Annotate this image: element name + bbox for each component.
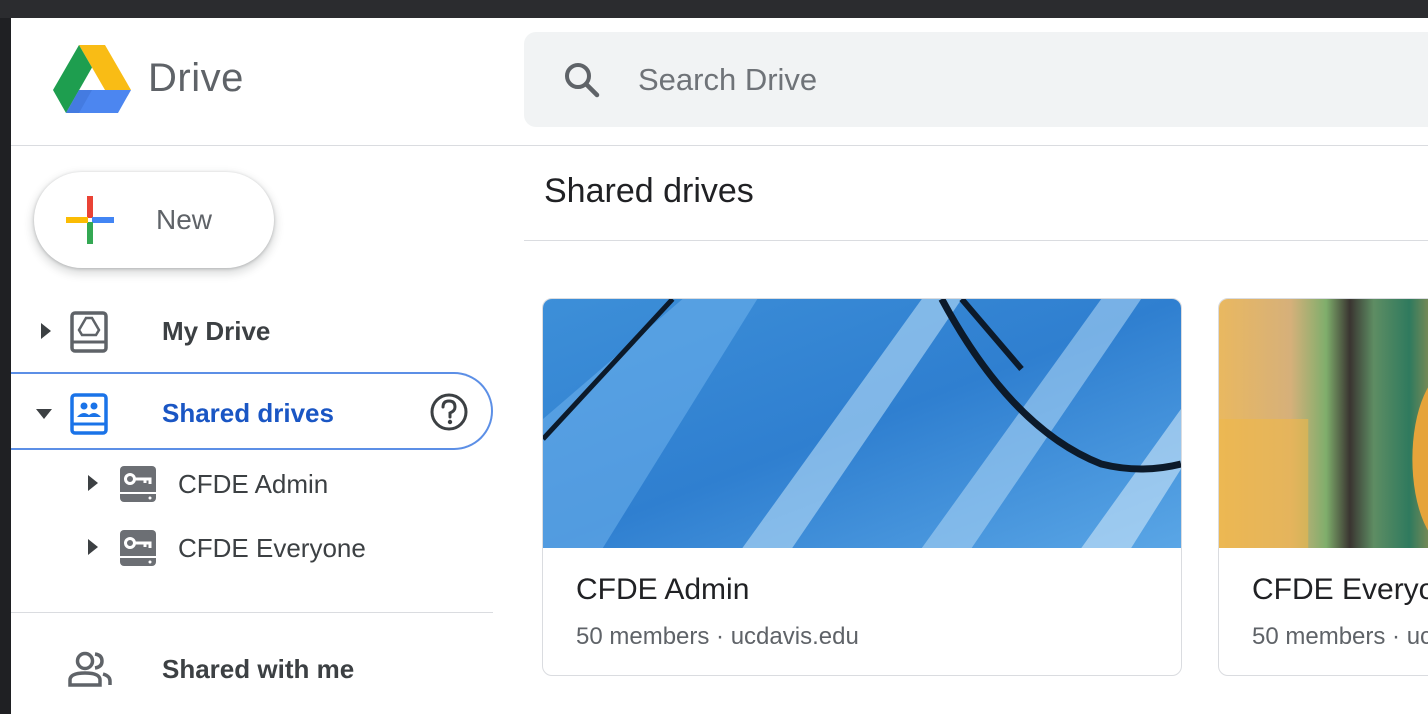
shared-drive-label: CFDE Everyone <box>178 533 366 563</box>
drive-logo-icon[interactable] <box>53 45 131 115</box>
shared-drives-icon <box>70 393 108 435</box>
sidebar-item-label: My Drive <box>162 316 271 346</box>
search-input[interactable] <box>636 56 1340 104</box>
shared-drive-key-icon <box>120 530 156 566</box>
window-top-bar <box>0 0 1428 18</box>
card-cover-image <box>1219 299 1428 548</box>
help-icon[interactable] <box>429 392 469 432</box>
caret-right-icon[interactable] <box>87 474 99 492</box>
sidebar-item-label: Shared drives <box>162 398 334 428</box>
card-cover-image <box>543 299 1181 548</box>
search-bar[interactable] <box>524 32 1428 127</box>
card-meta: 50 members · ucdavis.edu <box>1252 623 1428 650</box>
card-meta: 50 members · ucdavis.edu <box>576 623 859 650</box>
caret-right-icon[interactable] <box>87 538 99 556</box>
shared-drive-key-icon <box>120 466 156 502</box>
caret-right-icon[interactable] <box>39 322 53 340</box>
window-left-edge <box>0 18 11 714</box>
shared-with-me-icon <box>68 651 112 687</box>
shared-drive-card[interactable]: CFDE Admin 50 members · ucdavis.edu <box>542 298 1182 676</box>
my-drive-icon <box>70 311 108 353</box>
page-title: Shared drives <box>544 172 754 210</box>
app-header: Drive <box>11 18 1428 146</box>
search-icon[interactable] <box>562 60 602 100</box>
new-button[interactable]: New <box>34 172 274 268</box>
shared-drive-item[interactable]: CFDE Admin <box>11 453 493 513</box>
caret-down-icon[interactable] <box>35 407 53 421</box>
card-name: CFDE Admin <box>576 573 750 606</box>
sidebar-item-label: Shared with me <box>162 654 355 684</box>
app-name[interactable]: Drive <box>148 56 244 101</box>
shared-drive-label: CFDE Admin <box>178 469 329 499</box>
shared-drive-card[interactable]: CFDE Everyone 50 members · ucdavis.edu <box>1218 298 1428 676</box>
card-name: CFDE Everyone <box>1252 573 1428 606</box>
sidebar-item-shared-with-me[interactable]: Shared with me <box>11 630 493 708</box>
sidebar-item-my-drive[interactable]: My Drive <box>11 292 493 370</box>
main-divider <box>524 240 1428 241</box>
sidebar-item-shared-drives[interactable]: Shared drives <box>11 372 493 450</box>
sidebar-divider <box>11 612 493 613</box>
new-plus-icon <box>66 196 114 244</box>
new-button-label: New <box>156 204 213 235</box>
shared-drive-item[interactable]: CFDE Everyone <box>11 517 493 577</box>
